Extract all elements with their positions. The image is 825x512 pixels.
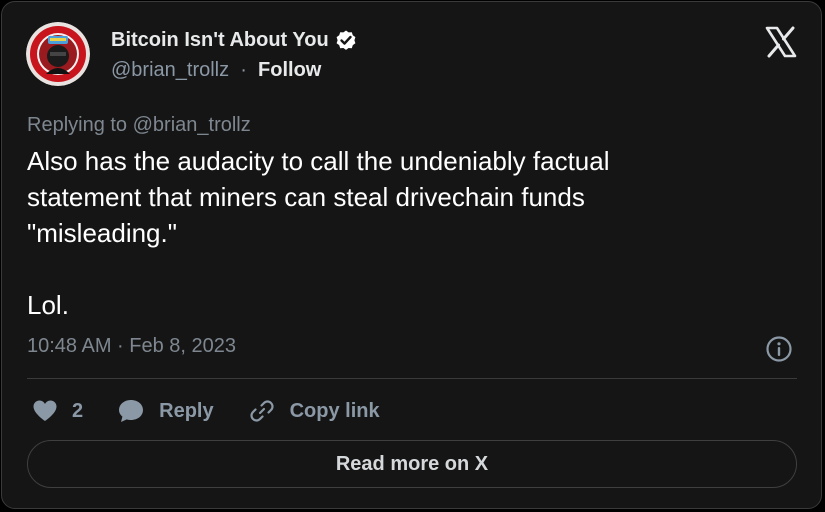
tweet-timestamp[interactable]: 10:48 AM · Feb 8, 2023	[27, 335, 236, 358]
author-name-row: Bitcoin Isn't About You	[111, 28, 358, 52]
reply-button[interactable]: Reply	[117, 398, 214, 424]
info-icon[interactable]	[765, 335, 793, 363]
copy-link-button[interactable]: Copy link	[248, 397, 380, 425]
verified-badge-icon	[334, 28, 358, 52]
divider	[27, 378, 797, 379]
comment-bubble-icon	[119, 400, 144, 422]
tweet-card: Bitcoin Isn't About You @brian_trollz · …	[1, 1, 822, 509]
heart-icon	[33, 400, 57, 421]
x-logo-icon[interactable]	[764, 25, 798, 59]
follow-link[interactable]: Follow	[258, 59, 321, 81]
like-button[interactable]: 2	[32, 399, 83, 423]
copy-link-label: Copy link	[289, 399, 380, 422]
replying-to-text: Replying to @brian_trollz	[27, 114, 251, 136]
link-icon	[249, 400, 274, 422]
author-handle-row: @brian_trollz · Follow	[111, 59, 321, 82]
action-bar: 2 Reply Copy link	[32, 395, 414, 427]
author-handle[interactable]: @brian_trollz	[111, 59, 229, 81]
like-count: 2	[72, 399, 84, 422]
read-more-button[interactable]: Read more on X	[27, 440, 797, 488]
avatar[interactable]	[26, 22, 90, 86]
tweet-text: Also has the audacity to call the undeni…	[27, 146, 610, 320]
reply-label: Reply	[159, 399, 214, 422]
author-display-name[interactable]: Bitcoin Isn't About You	[111, 29, 329, 52]
handle-separator: ·	[234, 59, 253, 81]
